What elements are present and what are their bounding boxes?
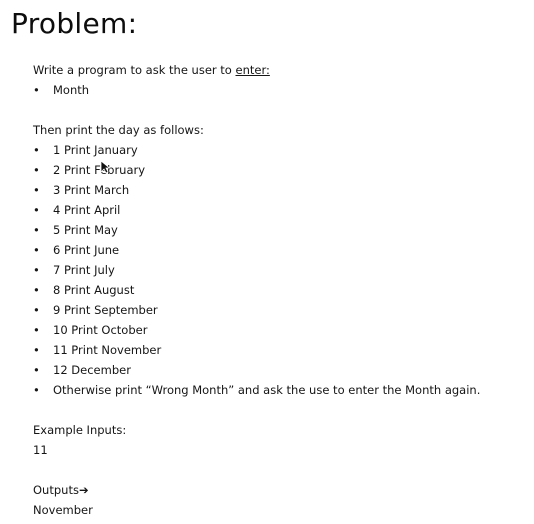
list-item: • Month	[33, 80, 528, 100]
rule-text: 6 Print June	[53, 243, 120, 257]
input-item-month: Month	[53, 83, 90, 97]
bullet-icon: •	[33, 223, 40, 237]
example-inputs-label: Example Inputs:	[33, 423, 127, 437]
example-output-value: November	[33, 503, 93, 517]
bullet-icon: •	[33, 303, 40, 317]
list-item: • 8 Print August	[33, 280, 528, 300]
bullet-icon: •	[33, 243, 40, 257]
bullet-icon: •	[33, 343, 40, 357]
bullet-icon: •	[33, 383, 40, 397]
list-item: • 11 Print November	[33, 340, 528, 360]
page-title: Problem:	[11, 7, 138, 40]
rule-text: 10 Print October	[53, 323, 148, 337]
rule-text: 7 Print July	[53, 263, 115, 277]
list-item: • Otherwise print “Wrong Month” and ask t…	[33, 380, 528, 400]
problem-body: Write a program to ask the user to enter…	[33, 60, 528, 520]
intro-text: Write a program to ask the user to	[33, 63, 236, 77]
list-item: • 9 Print September	[33, 300, 528, 320]
bullet-icon: •	[33, 283, 40, 297]
rules-list: • 1 Print January • 2 Print February • 3 Prin…	[33, 140, 528, 400]
list-item: • 6 Print June	[33, 240, 528, 260]
list-item: • 10 Print October	[33, 320, 528, 340]
bullet-icon: •	[33, 183, 40, 197]
list-item: • 5 Print May	[33, 220, 528, 240]
right-arrow-icon: ➔	[78, 483, 89, 497]
list-item: • 12 December	[33, 360, 528, 380]
bullet-icon: •	[33, 163, 40, 177]
bullet-icon: •	[33, 83, 40, 97]
intro-line: Write a program to ask the user to enter…	[33, 60, 528, 80]
rule-text: 9 Print September	[53, 303, 158, 317]
bullet-icon: •	[33, 263, 40, 277]
list-item: • 3 Print March	[33, 180, 528, 200]
intro-emphasis: enter:	[235, 63, 270, 77]
instruction-line: Then print the day as follows:	[33, 123, 204, 137]
rule-text: 11 Print November	[53, 343, 162, 357]
bullet-icon: •	[33, 203, 40, 217]
example-input-value: 11	[33, 443, 48, 457]
mouse-pointer-icon	[100, 160, 110, 174]
rule-text: 1 Print January	[53, 143, 138, 157]
rule-text: 8 Print August	[53, 283, 135, 297]
rule-text: 5 Print May	[53, 223, 118, 237]
list-item: • 4 Print April	[33, 200, 528, 220]
bullet-icon: •	[33, 323, 40, 337]
bullet-icon: •	[33, 143, 40, 157]
rule-text: 3 Print March	[53, 183, 130, 197]
rule-text: 4 Print April	[53, 203, 121, 217]
rule-text: 12 December	[53, 363, 131, 377]
bullet-icon: •	[33, 363, 40, 377]
rule-text: Otherwise print “Wrong Month” and ask th…	[53, 383, 481, 397]
list-item: • 7 Print July	[33, 260, 528, 280]
list-item: • 1 Print January	[33, 140, 528, 160]
outputs-label: Outputs	[33, 483, 79, 497]
outputs-line: Outputs➔	[33, 480, 528, 500]
